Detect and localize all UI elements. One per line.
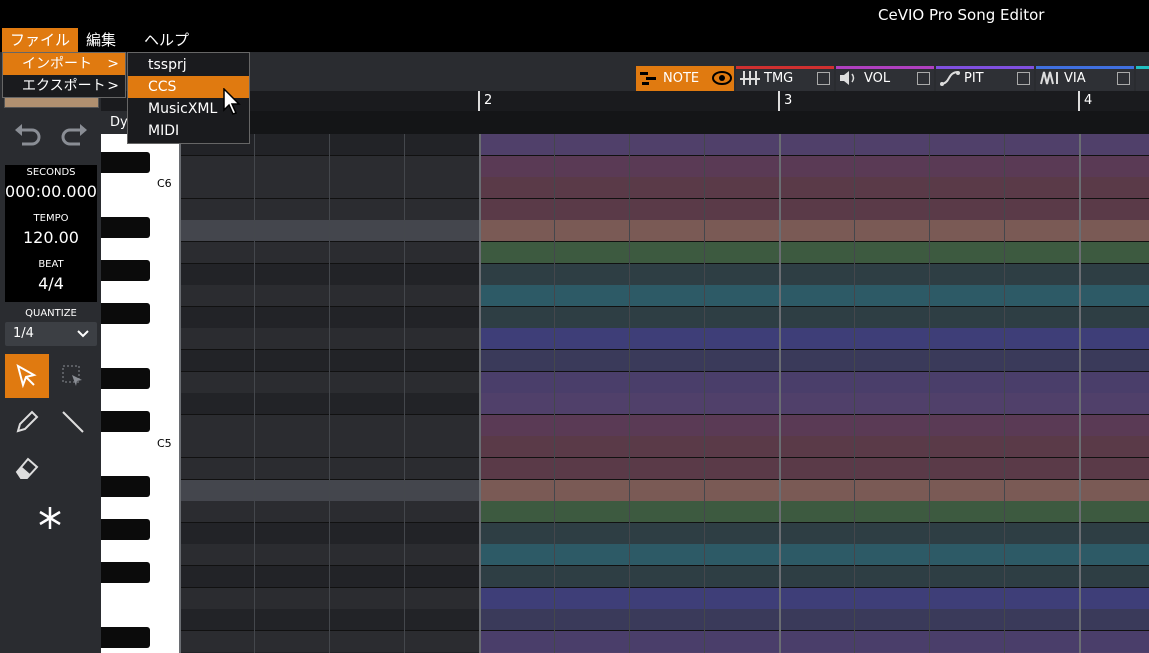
submenu-item-midi[interactable]: MIDI — [128, 120, 249, 142]
tab-via[interactable]: VIA — [1036, 66, 1134, 91]
dynamics-label: Dy — [110, 115, 128, 130]
grid-line — [929, 134, 930, 653]
tempo-value[interactable]: 120.00 — [5, 228, 97, 247]
menu-item-import-label: インポート — [22, 56, 92, 72]
beat-label: BEAT — [38, 259, 64, 270]
menu-item-export[interactable]: エクスポート > — [3, 75, 125, 97]
quantize-select[interactable]: 1/4 — [5, 322, 97, 346]
black-key[interactable] — [101, 562, 150, 583]
chevron-down-icon — [77, 322, 89, 347]
grid-line — [854, 134, 855, 653]
measure-tick — [478, 91, 480, 111]
menu-help[interactable]: ヘルプ — [136, 28, 197, 52]
black-key[interactable] — [101, 476, 150, 497]
tab-note-label: NOTE — [663, 71, 700, 86]
grid-line — [704, 134, 705, 653]
app-title: CeVIO Pro Song Editor — [878, 6, 1045, 24]
key-label-c6: C6 — [157, 177, 172, 190]
tab-pit-label: PIT — [964, 71, 984, 86]
piano-roll-grid[interactable] — [179, 134, 1149, 653]
dynamics-lane[interactable] — [179, 111, 1149, 134]
submenu-item-tssprj[interactable]: tssprj — [128, 54, 249, 76]
eraser-icon[interactable] — [5, 446, 49, 490]
undo-icon[interactable] — [12, 120, 44, 152]
grid-line — [1004, 134, 1005, 653]
tab-pit-checkbox[interactable] — [1017, 72, 1030, 85]
black-key[interactable] — [101, 152, 150, 173]
tab-pit[interactable]: PIT — [936, 66, 1034, 91]
black-key[interactable] — [101, 368, 150, 389]
grid-line — [779, 134, 781, 653]
grid-line — [179, 134, 181, 653]
menu-item-export-label: エクスポート — [22, 78, 106, 94]
chevron-right-icon: > — [107, 78, 119, 94]
tab-tmg-checkbox[interactable] — [817, 72, 830, 85]
tempo-label: TEMPO — [33, 213, 69, 224]
black-key[interactable] — [101, 627, 150, 648]
quantize-label: QUANTIZE — [25, 308, 77, 319]
measure-label-3: 3 — [784, 93, 793, 108]
tab-overflow[interactable] — [1136, 66, 1149, 91]
grid-line — [479, 134, 481, 653]
tab-via-checkbox[interactable] — [1117, 72, 1130, 85]
tab-vol-label: VOL — [864, 71, 891, 86]
redo-icon[interactable] — [58, 120, 90, 152]
mouse-cursor-icon — [222, 87, 242, 120]
menu-item-import[interactable]: インポート > — [3, 53, 125, 75]
marquee-select-icon[interactable] — [51, 354, 95, 398]
grid-line — [254, 134, 255, 653]
measure-label-4: 4 — [1084, 93, 1093, 108]
tab-note[interactable]: NOTE — [636, 66, 734, 91]
black-key[interactable] — [101, 217, 150, 238]
tab-tmg-label: TMG — [764, 71, 794, 86]
quantize-value: 1/4 — [13, 326, 34, 341]
measure-tick — [1078, 91, 1080, 111]
select-arrow-icon[interactable] — [5, 354, 49, 398]
menu-edit[interactable]: 編集 — [78, 28, 124, 52]
tab-tmg[interactable]: TMG — [736, 66, 834, 91]
tab-vol[interactable]: VOL — [836, 66, 934, 91]
beat-value[interactable]: 4/4 — [5, 274, 97, 293]
seconds-value: 000:00.000 — [5, 182, 97, 201]
measure-label-2: 2 — [484, 93, 493, 108]
grid-line — [404, 134, 405, 653]
grid-line — [329, 134, 330, 653]
tab-vol-checkbox[interactable] — [917, 72, 930, 85]
line-icon[interactable] — [51, 400, 95, 444]
seconds-label: SECONDS — [26, 167, 76, 178]
black-key[interactable] — [101, 411, 150, 432]
timeline-ruler[interactable] — [101, 91, 1149, 111]
snowflake-icon[interactable] — [28, 496, 72, 540]
grid-line — [1079, 134, 1081, 653]
key-label-c5: C5 — [157, 437, 172, 450]
black-key[interactable] — [101, 303, 150, 324]
tab-via-label: VIA — [1064, 71, 1086, 86]
black-key[interactable] — [101, 519, 150, 540]
chevron-right-icon: > — [107, 56, 119, 72]
grid-line — [629, 134, 630, 653]
measure-tick — [778, 91, 780, 111]
pencil-icon[interactable] — [5, 400, 49, 444]
grid-line — [554, 134, 555, 653]
menu-file[interactable]: ファイル — [2, 28, 79, 52]
file-menu-dropdown: インポート > エクスポート > — [2, 52, 126, 98]
black-key[interactable] — [101, 260, 150, 281]
